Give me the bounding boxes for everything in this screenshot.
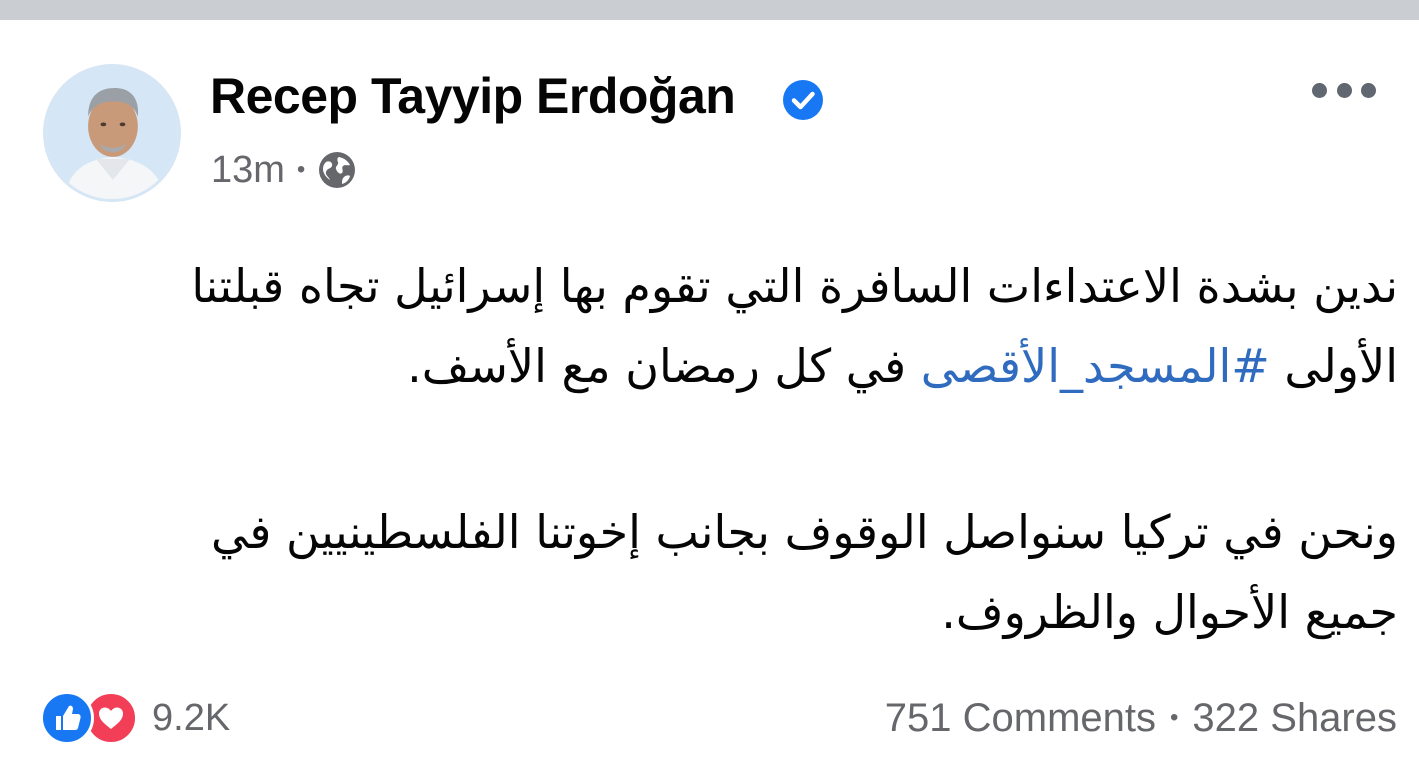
post-meta: 13m • [211, 145, 357, 195]
comments-count[interactable]: 751 Comments [885, 696, 1156, 741]
reactions-summary[interactable]: 9.2K [40, 690, 230, 746]
globe-icon[interactable] [317, 150, 357, 190]
shares-count[interactable]: 322 Shares [1192, 696, 1397, 741]
dot-icon [1361, 82, 1376, 98]
post-stats: 751 Comments • 322 Shares [885, 690, 1397, 746]
like-icon [40, 691, 94, 745]
top-divider [0, 0, 1419, 20]
timestamp[interactable]: 13m [211, 149, 285, 192]
post-paragraph-2: ونحن في تركيا سنواصل الوقوف بجانب إخوتنا… [211, 505, 1398, 639]
profile-photo [46, 67, 178, 199]
verified-badge-icon [783, 80, 823, 120]
hashtag-link[interactable]: #المسجد_الأقصى [921, 339, 1270, 393]
author-name[interactable]: Recep Tayyip Erdoğan [210, 66, 736, 126]
meta-separator: • [296, 156, 306, 183]
post-paragraph-1: ندين بشدة الاعتداءات السافرة التي تقوم ب… [120, 246, 1398, 406]
reaction-count: 9.2K [152, 696, 231, 739]
avatar[interactable] [43, 64, 181, 202]
stats-separator: • [1170, 704, 1179, 731]
post-text: في كل رمضان مع الأسف. [407, 339, 921, 393]
dot-icon [1336, 82, 1352, 98]
dot-icon [1312, 82, 1327, 98]
more-options-button[interactable] [1312, 76, 1376, 104]
